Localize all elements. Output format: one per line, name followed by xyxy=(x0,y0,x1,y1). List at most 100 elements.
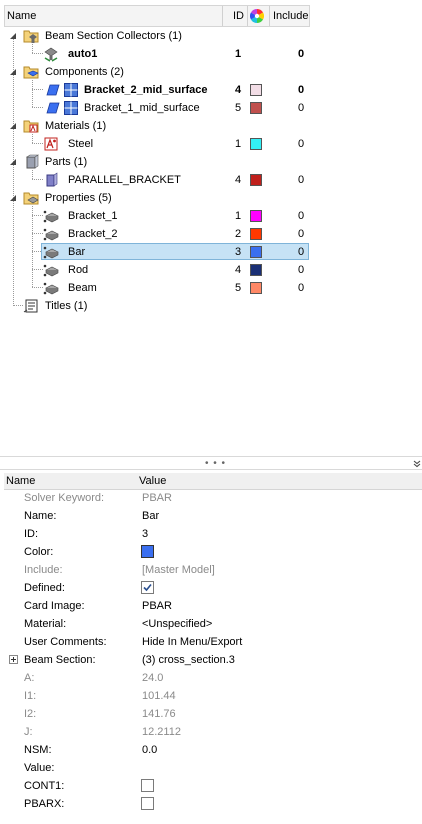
tree-item-property-bracket-2[interactable]: Bracket_2 2 0 xyxy=(0,225,310,243)
checkmark-icon xyxy=(143,583,152,592)
pbarx-checkbox[interactable] xyxy=(141,797,154,810)
tree-folder-titles[interactable]: Titles (1) xyxy=(0,297,310,315)
prop-value[interactable]: Hide In Menu/Export xyxy=(142,635,242,649)
tree-item-property-beam[interactable]: Beam 5 0 xyxy=(0,279,310,297)
prop-j-field: J: 12.2112 xyxy=(0,723,422,741)
tree-item-label: Steel xyxy=(68,138,94,150)
splitter-grip-icon[interactable]: • • • xyxy=(205,458,226,469)
double-chevron-down-icon[interactable] xyxy=(413,460,421,468)
tree-item-include: 0 xyxy=(297,282,305,294)
prop-name-field[interactable]: Name: Bar xyxy=(0,507,422,525)
prop-name: Color: xyxy=(24,546,54,558)
prop-value[interactable]: 0.0 xyxy=(142,743,157,757)
prop-value[interactable]: PBAR xyxy=(142,599,172,613)
tree-item-parallel-bracket[interactable]: PARALLEL_BRACKET 4 0 xyxy=(0,171,310,189)
prop-id-field[interactable]: ID: 3 xyxy=(0,525,422,543)
collapse-arrow-icon[interactable] xyxy=(9,32,18,41)
property-icon xyxy=(43,264,59,277)
tree-folder-parts[interactable]: Parts (1) xyxy=(0,153,310,171)
color-swatch[interactable] xyxy=(250,246,262,258)
prop-value-field[interactable]: Value: xyxy=(0,759,422,777)
color-swatch[interactable] xyxy=(141,545,154,558)
prop-a-field: A: 24.0 xyxy=(0,669,422,687)
model-browser-tree: Name ID Include Beam Section Collectors … xyxy=(0,0,422,456)
color-wheel-icon[interactable] xyxy=(250,9,264,23)
properties-folder-icon xyxy=(23,192,39,205)
tree-folder-materials[interactable]: Materials (1) xyxy=(0,117,310,135)
tree-item-label: Beam xyxy=(68,282,97,294)
tree-item-steel[interactable]: Steel 1 0 xyxy=(0,135,310,153)
cont1-checkbox[interactable] xyxy=(141,779,154,792)
prop-name: Defined: xyxy=(24,582,65,594)
prop-i1-field: I1: 101.44 xyxy=(0,687,422,705)
prop-value: [Master Model] xyxy=(142,564,215,576)
collapse-arrow-icon[interactable] xyxy=(9,158,18,167)
tree-item-id: 4 xyxy=(234,174,242,186)
tree-item-auto1[interactable]: auto1 1 0 xyxy=(0,45,310,63)
tree-item-bracket-2-mid-surface[interactable]: Bracket_2_mid_surface 4 0 xyxy=(0,81,310,99)
color-swatch[interactable] xyxy=(250,102,262,114)
prop-name: CONT1: xyxy=(24,780,65,792)
prop-cont1-field[interactable]: CONT1: xyxy=(0,777,422,795)
tree-item-include: 0 xyxy=(297,210,305,222)
prop-material-field[interactable]: Material: <Unspecified> xyxy=(0,615,422,633)
prop-value: 101.44 xyxy=(142,690,176,702)
tree-item-label: Bar xyxy=(68,246,86,258)
property-name-header[interactable]: Name xyxy=(6,474,35,488)
prop-pbarx-field[interactable]: PBARX: xyxy=(0,795,422,813)
tree-folder-beam-section-collectors[interactable]: Beam Section Collectors (1) xyxy=(0,27,310,45)
beam-section-icon xyxy=(44,47,58,62)
color-swatch[interactable] xyxy=(250,282,262,294)
prop-value: PBAR xyxy=(142,492,172,504)
color-swatch[interactable] xyxy=(250,84,262,96)
tree-item-label: auto1 xyxy=(68,48,98,60)
tree-item-id: 1 xyxy=(234,48,242,60)
tree-item-label: Rod xyxy=(68,264,89,276)
color-swatch[interactable] xyxy=(250,228,262,240)
prop-name: J: xyxy=(24,726,33,738)
tree-folder-properties[interactable]: Properties (5) xyxy=(0,189,310,207)
prop-beam-section-field[interactable]: Beam Section: (3) cross_section.3 xyxy=(0,651,422,669)
tree-item-property-bar[interactable]: Bar 3 0 xyxy=(0,243,310,261)
color-swatch[interactable] xyxy=(250,174,262,186)
tree-folder-components[interactable]: Components (2) xyxy=(0,63,310,81)
column-include-header[interactable]: Include xyxy=(273,6,308,26)
tree-folder-label: Properties (5) xyxy=(45,192,112,204)
property-value-header[interactable]: Value xyxy=(139,474,166,488)
prop-value[interactable]: (3) cross_section.3 xyxy=(142,653,235,667)
prop-user-comments-field[interactable]: User Comments: Hide In Menu/Export xyxy=(0,633,422,651)
collapse-arrow-icon[interactable] xyxy=(9,68,18,77)
prop-name: User Comments: xyxy=(24,636,107,648)
prop-defined-field[interactable]: Defined: xyxy=(0,579,422,597)
tree-item-label: Bracket_2_mid_surface xyxy=(84,84,208,96)
column-id-header[interactable]: ID xyxy=(233,6,244,26)
panel-splitter[interactable]: • • • xyxy=(0,456,422,470)
prop-value[interactable]: Bar xyxy=(142,509,159,523)
prop-name: Material: xyxy=(24,618,67,630)
collapse-arrow-icon[interactable] xyxy=(9,122,18,131)
prop-value[interactable]: <Unspecified> xyxy=(142,617,212,631)
collapse-arrow-icon[interactable] xyxy=(9,194,18,203)
color-swatch[interactable] xyxy=(250,210,262,222)
tree-item-property-rod[interactable]: Rod 4 0 xyxy=(0,261,310,279)
tree-item-id: 5 xyxy=(234,282,242,294)
titles-icon xyxy=(23,299,38,313)
expand-plus-icon[interactable] xyxy=(9,655,18,664)
color-swatch[interactable] xyxy=(250,138,262,150)
prop-color-field[interactable]: Color: xyxy=(0,543,422,561)
prop-value[interactable]: 3 xyxy=(142,527,148,541)
prop-card-image-field[interactable]: Card Image: PBAR xyxy=(0,597,422,615)
tree-item-label: Bracket_1 xyxy=(68,210,118,222)
prop-nsm-field[interactable]: NSM: 0.0 xyxy=(0,741,422,759)
color-swatch[interactable] xyxy=(250,264,262,276)
property-icon xyxy=(43,246,59,259)
tree-item-property-bracket-1[interactable]: Bracket_1 1 0 xyxy=(0,207,310,225)
defined-checkbox[interactable] xyxy=(141,581,154,594)
prop-name: PBARX: xyxy=(24,798,65,810)
tree-item-include: 0 xyxy=(297,228,305,240)
column-name-header[interactable]: Name xyxy=(7,6,36,26)
prop-name: Card Image: xyxy=(24,600,85,612)
components-folder-icon xyxy=(23,66,39,79)
tree-item-bracket-1-mid-surface[interactable]: Bracket_1_mid_surface 5 0 xyxy=(0,99,310,117)
prop-name: Value: xyxy=(24,762,55,774)
